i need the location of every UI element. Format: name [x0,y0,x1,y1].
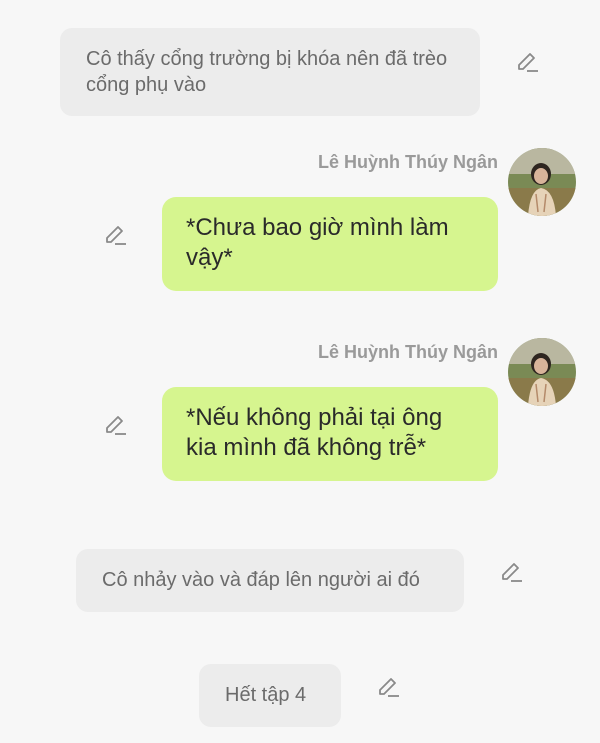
sender-name: Lê Huỳnh Thúy Ngân [318,152,498,172]
character-message-text: *Nếu không phải tại ông kia mình đã khôn… [186,404,443,461]
avatar-photo-icon [508,338,576,406]
pencil-edit-icon[interactable] [498,558,524,584]
sender-name: Lê Huỳnh Thúy Ngân [318,342,498,362]
pencil-edit-icon[interactable] [102,411,128,437]
narration-text: Hết tập 4 [225,684,307,706]
character-bubble: *Nếu không phải tại ông kia mình đã khôn… [162,387,498,481]
narration-text: Cô nhảy vào và đáp lên người ai đó [102,569,420,591]
pencil-edit-icon[interactable] [375,673,401,699]
character-bubble: *Chưa bao giờ mình làm vậy* [162,197,498,291]
character-message-text: *Chưa bao giờ mình làm vậy* [186,214,449,271]
avatar[interactable] [508,338,576,406]
narration-bubble: Cô nhảy vào và đáp lên người ai đó [76,549,464,612]
narration-bubble: Cô thấy cổng trường bị khóa nên đã trèo … [60,28,480,116]
pencil-edit-icon[interactable] [102,221,128,247]
pencil-edit-icon[interactable] [514,48,540,74]
narration-text: Cô thấy cổng trường bị khóa nên đã trèo … [86,48,448,96]
narration-bubble: Hết tập 4 [199,664,341,727]
avatar[interactable] [508,148,576,216]
avatar-photo-icon [508,148,576,216]
